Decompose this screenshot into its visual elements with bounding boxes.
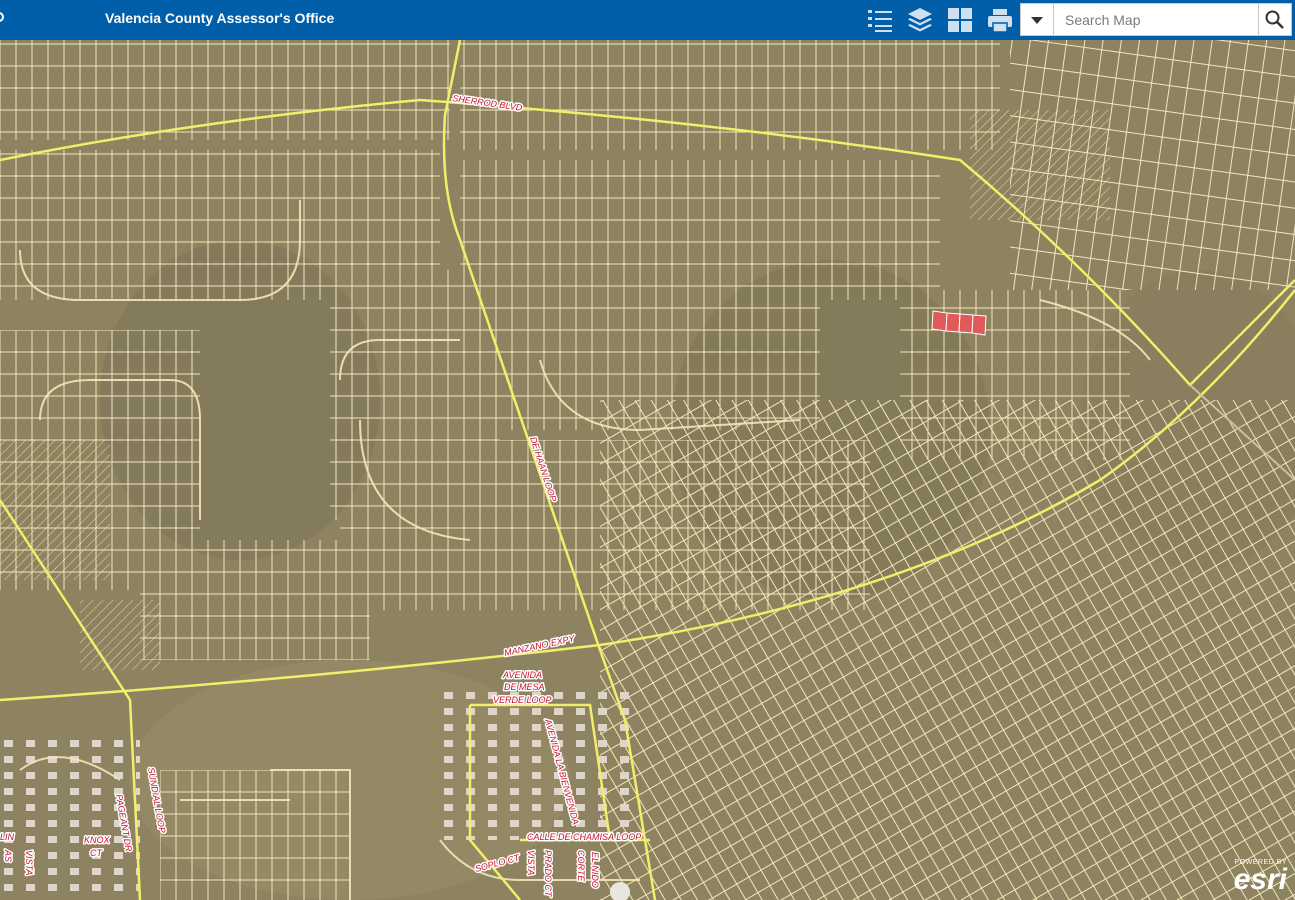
map-view[interactable]: SHERROD BLVD DE HAAN LOOP MANZANO EXPY A… [0, 40, 1295, 900]
road-label-corte: CORTE [576, 850, 586, 882]
search-button[interactable] [1258, 4, 1291, 35]
print-icon[interactable] [986, 6, 1014, 34]
road-label-lin: LIN [0, 832, 15, 842]
road-label-elnido: EL NIDO [590, 852, 600, 888]
legend-list-icon[interactable] [866, 6, 894, 34]
parcel-blocks[interactable] [0, 40, 1295, 900]
esri-logo: esri [1233, 863, 1287, 896]
search-icon [1265, 10, 1284, 29]
esri-attribution[interactable]: POWERED BY esri [1233, 859, 1287, 896]
search-input[interactable] [1055, 4, 1259, 35]
road-label-vista: VISTA [526, 850, 536, 875]
layers-icon[interactable] [906, 6, 934, 34]
road-label-knox-2: CT [90, 848, 103, 858]
app-title: Valencia County Assessor's Office [105, 10, 335, 26]
road-label-knox-1: KNOX [84, 835, 111, 845]
road-label-avenida-2: DE MESA [504, 682, 545, 692]
collapse-panel-icon[interactable] [0, 12, 4, 22]
road-label-as: AS [3, 849, 13, 862]
basemap-gallery-icon[interactable] [946, 6, 974, 34]
road-label-avenida-3: VERDE LOOP [493, 695, 552, 705]
road-label-chamisa: CALLE DE CHAMISA LOOP [527, 832, 641, 842]
aerial-parcel-map[interactable]: SHERROD BLVD DE HAAN LOOP MANZANO EXPY A… [0, 40, 1295, 900]
search-bar [1020, 3, 1292, 36]
road-label-vista-2: VISTA [24, 850, 34, 875]
search-source-dropdown[interactable] [1021, 4, 1054, 35]
app-header: Valencia County Assessor's Office [0, 0, 1295, 40]
road-label-avenida-1: AVENIDA [502, 670, 542, 680]
road-label-prado: PRADO CT [543, 850, 553, 898]
